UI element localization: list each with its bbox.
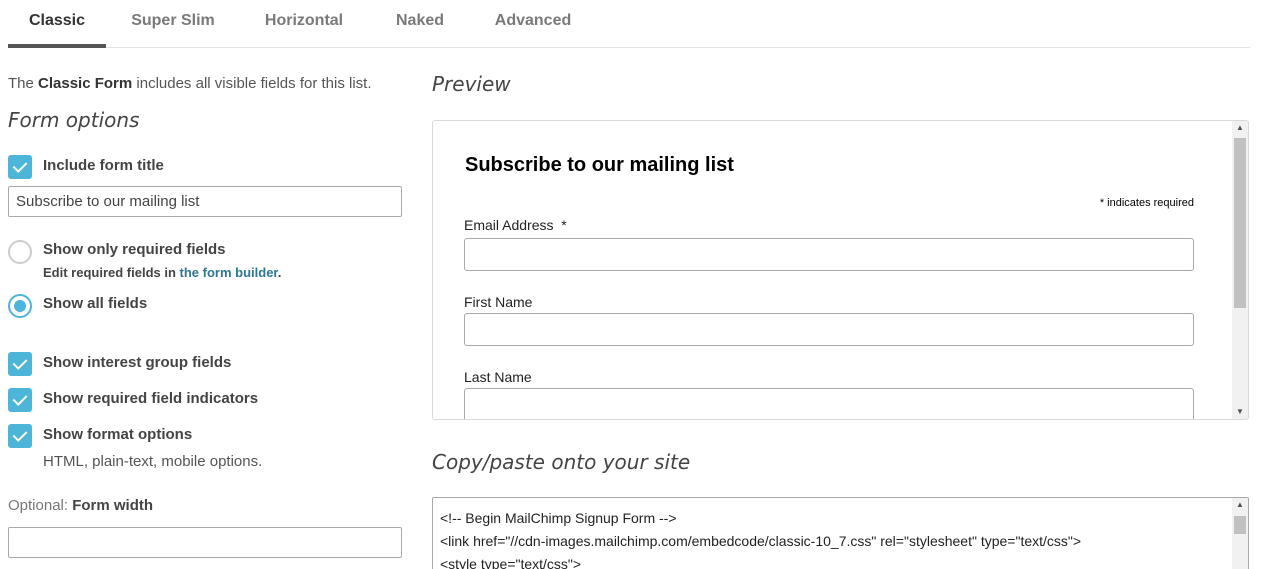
tab-naked[interactable]: Naked [386,0,454,48]
required-note-star: * [1099,197,1105,209]
first-name-label: First Name [464,294,533,310]
preview-scrollbar[interactable]: ▲ ▼ [1232,121,1248,419]
show-all-fields-radio[interactable] [8,294,32,318]
include-title-label: Include form title [43,157,164,174]
code-line: <link href="//cdn-images.mailchimp.com/e… [440,533,1082,549]
form-builder-link[interactable]: the form builder [180,265,278,280]
required-indicators-label: Show required field indicators [43,390,259,407]
form-width-input[interactable] [8,527,402,558]
show-required-only-radio[interactable] [8,240,32,264]
copy-paste-heading: Copy/paste onto your site [432,450,691,474]
code-scrollbar[interactable]: ▲ [1232,498,1248,569]
required-indicators-checkbox[interactable] [8,388,32,412]
include-title-checkbox[interactable] [8,155,32,179]
email-required-mark: * [561,217,567,233]
last-name-field[interactable] [464,388,1194,419]
format-options-label: Show format options [43,426,193,443]
preview-heading: Preview [432,72,511,96]
last-name-label: Last Name [464,369,532,385]
tab-classic[interactable]: Classic [8,0,106,48]
first-name-field[interactable] [464,313,1194,346]
code-line: <!-- Begin MailChimp Signup Form --> [440,510,677,526]
form-width-title: Form width [72,497,154,514]
form-type-tabs: Classic Super Slim Horizontal Naked Adva… [8,0,1250,48]
tab-advanced[interactable]: Advanced [484,0,582,48]
required-hint-prefix: Edit required fields in [43,265,180,280]
required-note: * indicates required [1100,197,1194,209]
code-scroll-up-icon[interactable]: ▲ [1232,498,1248,512]
required-hint-suffix: . [277,265,282,280]
form-description: The Classic Form includes all visible fi… [8,75,372,92]
form-options-heading: Form options [8,108,140,132]
format-options-checkbox[interactable] [8,424,32,448]
optional-prefix: Optional: [8,497,69,514]
preview-scroll-thumb[interactable] [1234,138,1246,308]
tab-horizontal[interactable]: Horizontal [254,0,354,48]
intro-form-name: Classic Form [38,75,133,92]
embed-code-textarea[interactable]: <!-- Begin MailChimp Signup Form --> <li… [432,497,1249,569]
show-all-fields-label: Show all fields [43,295,148,312]
intro-suffix: includes all visible fields for this lis… [132,75,372,92]
format-options-hint: HTML, plain-text, mobile options. [43,453,263,470]
tab-super-slim[interactable]: Super Slim [120,0,226,48]
code-scroll-thumb[interactable] [1234,516,1246,534]
scroll-down-icon[interactable]: ▼ [1232,405,1248,419]
intro-prefix: The [8,75,39,92]
interest-groups-checkbox[interactable] [8,352,32,376]
scroll-up-icon[interactable]: ▲ [1232,121,1248,135]
email-address-label: Email Address * [464,217,567,233]
email-label-text: Email Address [464,217,554,233]
show-required-only-label: Show only required fields [43,241,226,258]
preview-form-title: Subscribe to our mailing list [465,154,734,176]
interest-groups-label: Show interest group fields [43,354,232,371]
email-address-field[interactable] [464,238,1194,271]
preview-frame: Subscribe to our mailing list * indicate… [432,120,1249,420]
code-line: <style type="text/css"> [440,556,582,569]
form-title-input[interactable]: Subscribe to our mailing list [8,186,402,217]
required-fields-hint: Edit required fields in the form builder… [43,265,281,280]
required-note-text: indicates required [1107,197,1194,209]
form-width-label: Optional: Form width [8,497,153,514]
